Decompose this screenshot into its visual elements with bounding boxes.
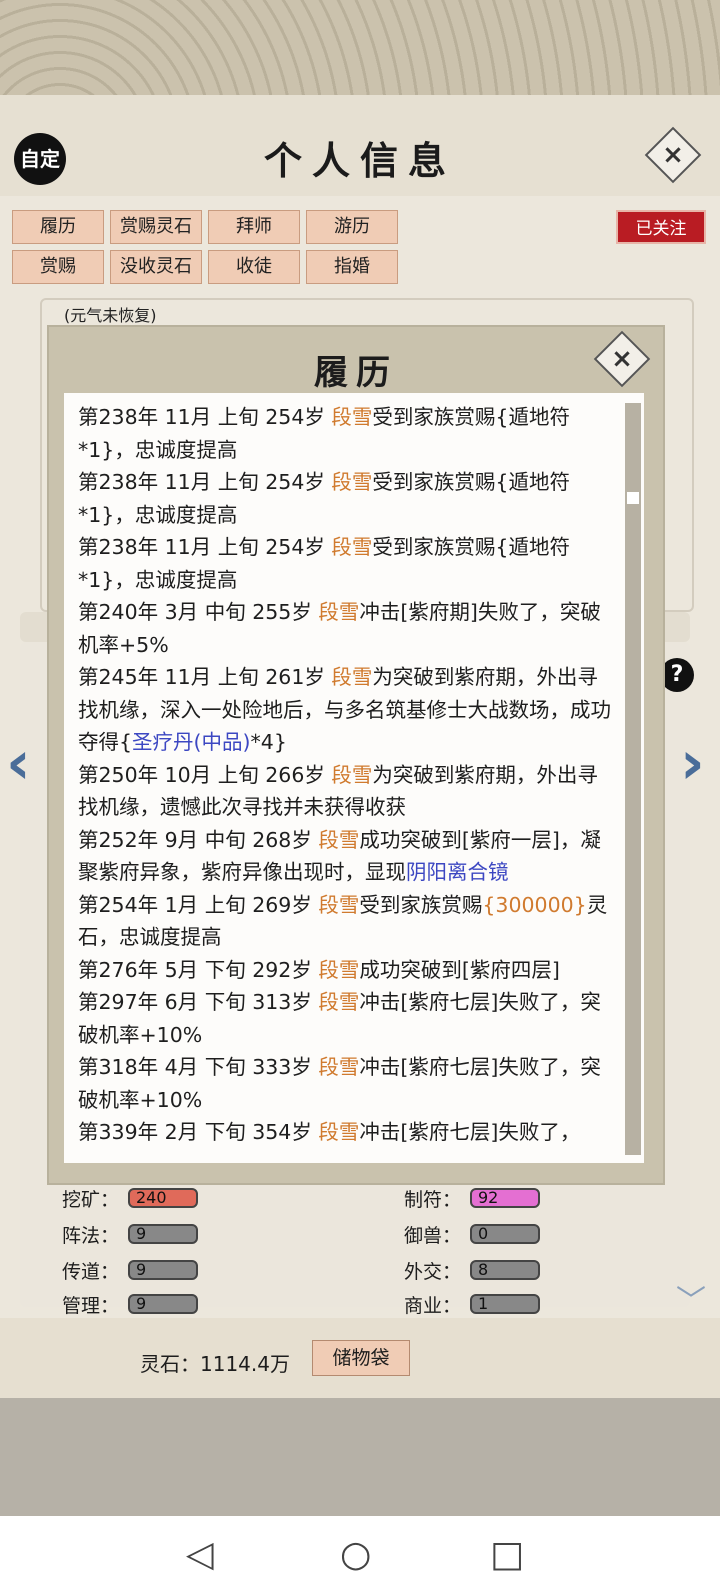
stat-value-bar: 8: [470, 1260, 540, 1280]
entry-text: 第240年 3月 中旬 255岁: [78, 600, 319, 624]
history-entry: 第238年 11月 上旬 254岁 段雪受到家族赏赐{遁地符*1}，忠诚度提高: [78, 531, 613, 596]
entry-text: 第238年 11月 上旬 254岁: [78, 405, 332, 429]
character-name: 段雪: [331, 665, 373, 689]
history-entry: 第318年 4月 下旬 333岁 段雪冲击[紫府七层]失败了，突破机率+10%: [78, 1051, 613, 1116]
system-navbar: ◁ ○ □: [0, 1516, 720, 1592]
history-entry: 第339年 2月 下旬 354岁 段雪冲击[紫府七层]失败了，: [78, 1116, 613, 1149]
entry-text: 第297年 6月 下旬 313岁: [78, 990, 319, 1014]
character-name: 段雪: [318, 827, 360, 852]
history-entry: 第240年 3月 中旬 255岁 段雪冲击[紫府期]失败了，突破机率+5%: [78, 596, 613, 661]
stat-value-bar: 1: [470, 1294, 540, 1314]
stat-label: 商业：: [404, 1295, 462, 1317]
tab-button[interactable]: 游历: [306, 210, 398, 244]
entry-text: 成功突破到[紫府四层]: [359, 957, 560, 982]
character-name: {300000}: [482, 892, 587, 917]
tab-button[interactable]: 赏赐: [12, 250, 104, 284]
modal-title: 履历: [314, 353, 398, 393]
home-icon[interactable]: ○: [340, 1534, 371, 1575]
spirit-stone-count: 灵石：1114.4万: [140, 1352, 290, 1376]
storage-bag-button[interactable]: 储物袋: [312, 1340, 410, 1376]
character-name: 段雪: [318, 990, 360, 1014]
entry-text: 第254年 1月 上旬 269岁: [78, 892, 319, 917]
page-title: 个人信息: [263, 138, 456, 183]
entry-text: 第245年 11月 上旬 261岁: [78, 665, 332, 689]
chevron-down-icon[interactable]: ﹀: [676, 1276, 706, 1320]
tab-button[interactable]: 拜师: [208, 210, 300, 244]
stat-label: 御兽：: [404, 1225, 462, 1247]
scrollbar-thumb[interactable]: [627, 492, 639, 504]
stat-label: 阵法：: [62, 1225, 120, 1247]
stat-label: 制符：: [404, 1189, 462, 1211]
character-name: 段雪: [318, 1055, 360, 1079]
character-name: 段雪: [331, 470, 373, 494]
entry-text: 第276年 5月 下旬 292岁: [78, 957, 319, 982]
close-icon: ×: [662, 140, 684, 170]
tab-button[interactable]: 收徒: [208, 250, 300, 284]
history-entry: 第297年 6月 下旬 313岁 段雪冲击[紫府七层]失败了，突破机率+10%: [78, 986, 613, 1051]
followed-button[interactable]: 已关注: [616, 210, 706, 244]
prev-arrow-icon[interactable]: ‹: [6, 728, 31, 798]
item-name: 阴阳离合镜: [406, 860, 509, 884]
history-entry: 第254年 1月 上旬 269岁 段雪受到家族赏赐{300000}灵石，忠诚度提…: [78, 889, 613, 954]
character-name: 段雪: [331, 762, 373, 787]
entry-text: 第252年 9月 中旬 268岁: [78, 827, 319, 852]
stat-label: 传道：: [62, 1261, 120, 1283]
tab-button[interactable]: 履历: [12, 210, 104, 244]
character-name: 段雪: [318, 957, 360, 982]
history-entry: 第245年 11月 上旬 261岁 段雪为突破到紫府期，外出寻找机缘，深入一处险…: [78, 661, 613, 759]
stat-label: 外交：: [404, 1261, 462, 1283]
item-name: 圣疗丹(中品): [132, 730, 251, 754]
entry-text: *4}: [250, 730, 287, 754]
stat-value-bar: 92: [470, 1188, 540, 1208]
footer-strip: [0, 1398, 720, 1516]
back-icon[interactable]: ◁: [186, 1534, 214, 1575]
character-name: 段雪: [318, 892, 360, 917]
entry-text: 第238年 11月 上旬 254岁: [78, 535, 332, 559]
tab-button[interactable]: 指婚: [306, 250, 398, 284]
history-modal: 履历 × 第238年 11月 上旬 254岁 段雪受到家族赏赐{遁地符*1}，忠…: [47, 325, 665, 1185]
next-arrow-icon[interactable]: ›: [680, 728, 705, 798]
history-log[interactable]: 第238年 11月 上旬 254岁 段雪受到家族赏赐{遁地符*1}，忠诚度提高第…: [64, 393, 644, 1163]
history-entry: 第276年 5月 下旬 292岁 段雪成功突破到[紫府四层]: [78, 954, 613, 987]
entry-text: 第318年 4月 下旬 333岁: [78, 1055, 319, 1079]
close-icon: ×: [611, 344, 633, 374]
stat-label: 挖矿：: [62, 1189, 120, 1211]
character-name: 段雪: [318, 1120, 360, 1144]
character-name: 段雪: [331, 405, 373, 429]
history-entry: 第238年 11月 上旬 254岁 段雪受到家族赏赐{遁地符*1}，忠诚度提高: [78, 401, 613, 466]
history-entry: 第252年 9月 中旬 268岁 段雪成功突破到[紫府一层]，凝聚紫府异象，紫府…: [78, 824, 613, 889]
tab-button[interactable]: 没收灵石: [110, 250, 202, 284]
entry-text: 冲击[紫府七层]失败了，: [359, 1120, 581, 1144]
stat-value-bar: 240: [128, 1188, 198, 1208]
tab-button[interactable]: 赏赐灵石: [110, 210, 202, 244]
stat-value-bar: 0: [470, 1224, 540, 1244]
entry-text: 受到家族赏赐: [359, 892, 483, 917]
history-entry: 第250年 10月 上旬 266岁 段雪为突破到紫府期，外出寻找机缘，遗憾此次寻…: [78, 759, 613, 824]
recents-icon[interactable]: □: [490, 1534, 524, 1575]
history-list: 第238年 11月 上旬 254岁 段雪受到家族赏赐{遁地符*1}，忠诚度提高第…: [78, 401, 613, 1149]
scrollbar[interactable]: [625, 403, 641, 1155]
stat-value-bar: 9: [128, 1224, 198, 1244]
help-icon[interactable]: ?: [660, 658, 694, 692]
history-entry: 第238年 11月 上旬 254岁 段雪受到家族赏赐{遁地符*1}，忠诚度提高: [78, 466, 613, 531]
stat-value-bar: 9: [128, 1294, 198, 1314]
character-name: 段雪: [318, 600, 360, 624]
stat-value-bar: 9: [128, 1260, 198, 1280]
decorative-wave-banner: [0, 0, 720, 100]
stat-label: 管理：: [62, 1295, 120, 1317]
entry-text: 第238年 11月 上旬 254岁: [78, 470, 332, 494]
character-name: 段雪: [331, 535, 373, 559]
entry-text: 第339年 2月 下旬 354岁: [78, 1120, 319, 1144]
entry-text: 第250年 10月 上旬 266岁: [78, 762, 332, 787]
